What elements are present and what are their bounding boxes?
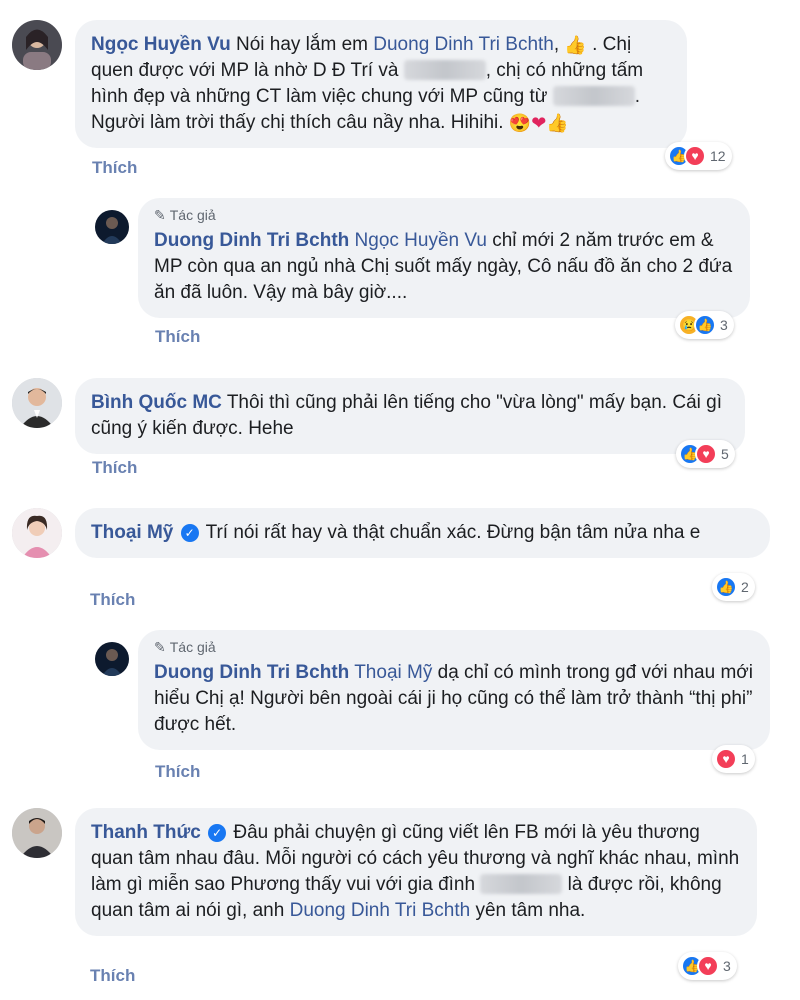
- reaction-count: 3: [723, 958, 731, 974]
- love-icon: ♥: [684, 145, 706, 167]
- mention-link[interactable]: Duong Dinh Tri Bchth: [290, 900, 471, 921]
- reaction-count: 12: [710, 148, 726, 164]
- like-button[interactable]: Thích: [92, 158, 137, 178]
- mention-link[interactable]: Ngọc Huyền Vu: [355, 230, 487, 251]
- avatar[interactable]: [12, 378, 62, 428]
- comment-text: ,: [553, 34, 565, 55]
- mention-link[interactable]: Thoại Mỹ: [354, 662, 432, 683]
- comment-bubble: Thanh Thức ✓ Đâu phải chuyện gì cũng viế…: [75, 808, 757, 936]
- comment-author[interactable]: Duong Dinh Tri Bchth: [154, 662, 349, 683]
- pen-icon: ✎: [154, 639, 166, 655]
- comment-author[interactable]: Bình Quốc MC: [91, 392, 222, 413]
- redacted-blur: [552, 86, 635, 106]
- reaction-summary[interactable]: ♥ 1: [712, 745, 755, 773]
- redacted-blur: [480, 874, 563, 894]
- love-icon: ♥: [715, 748, 737, 770]
- reaction-summary[interactable]: 👍 2: [712, 573, 755, 601]
- like-button[interactable]: Thích: [90, 966, 135, 986]
- avatar[interactable]: [12, 808, 62, 858]
- heart-eyes-emoji-icon: 😍: [508, 113, 532, 133]
- comment-author[interactable]: Thanh Thức: [91, 822, 201, 843]
- reaction-summary[interactable]: 👍 ♥ 5: [676, 440, 735, 468]
- heart-emoji-icon: ❤: [531, 113, 547, 133]
- author-badge: ✎ Tác giả: [154, 207, 216, 223]
- love-icon: ♥: [697, 955, 719, 977]
- comment-bubble: ✎ Tác giả Duong Dinh Tri Bchth Ngọc Huyền…: [138, 198, 750, 318]
- reaction-count: 2: [741, 579, 749, 595]
- verified-badge-icon: ✓: [180, 524, 199, 542]
- avatar[interactable]: [12, 20, 62, 70]
- reaction-summary[interactable]: 👍 ♥ 3: [678, 952, 737, 980]
- comment-bubble: Thoại Mỹ ✓ Trí nói rất hay và thật chuẩn…: [75, 508, 770, 558]
- reaction-count: 1: [741, 751, 749, 767]
- author-badge: ✎ Tác giả: [154, 639, 216, 655]
- pen-icon: ✎: [154, 207, 166, 223]
- thumbs-up-emoji-icon: 👍: [564, 35, 587, 55]
- like-button[interactable]: Thích: [90, 590, 135, 610]
- comment-author[interactable]: Ngọc Huyền Vu: [91, 34, 231, 55]
- avatar[interactable]: [95, 210, 129, 244]
- comment-bubble: ✎ Tác giả Duong Dinh Tri Bchth Thoại Mỹ d…: [138, 630, 770, 750]
- reaction-count: 5: [721, 446, 729, 462]
- reaction-summary[interactable]: 👍 ♥ 12: [665, 142, 732, 170]
- comment-text: Nói hay lắm em: [235, 34, 368, 55]
- like-icon: 👍: [694, 314, 716, 336]
- mention-link[interactable]: Duong Dinh Tri Bchth: [373, 34, 554, 55]
- avatar[interactable]: [95, 642, 129, 676]
- reaction-summary[interactable]: 😢 👍 3: [675, 311, 734, 339]
- like-button[interactable]: Thích: [155, 327, 200, 347]
- like-button[interactable]: Thích: [155, 762, 200, 782]
- comment-text: Trí nói rất hay và thật chuẩn xác. Đừng …: [205, 522, 701, 543]
- like-button[interactable]: Thích: [92, 458, 137, 478]
- comment-author[interactable]: Duong Dinh Tri Bchth: [154, 230, 349, 251]
- comment-text: yên tâm nha.: [470, 900, 586, 921]
- redacted-blur: [403, 60, 486, 80]
- comment-bubble: Ngọc Huyền Vu Nói hay lắm em Duong Dinh …: [75, 20, 687, 148]
- love-icon: ♥: [695, 443, 717, 465]
- reaction-count: 3: [720, 317, 728, 333]
- comment-bubble: Bình Quốc MC Thôi thì cũng phải lên tiến…: [75, 378, 745, 454]
- like-icon: 👍: [715, 576, 737, 598]
- avatar[interactable]: [12, 508, 62, 558]
- verified-badge-icon: ✓: [208, 824, 227, 842]
- comment-author[interactable]: Thoại Mỹ: [91, 522, 173, 543]
- thumbs-up-emoji-icon: 👍: [546, 113, 569, 133]
